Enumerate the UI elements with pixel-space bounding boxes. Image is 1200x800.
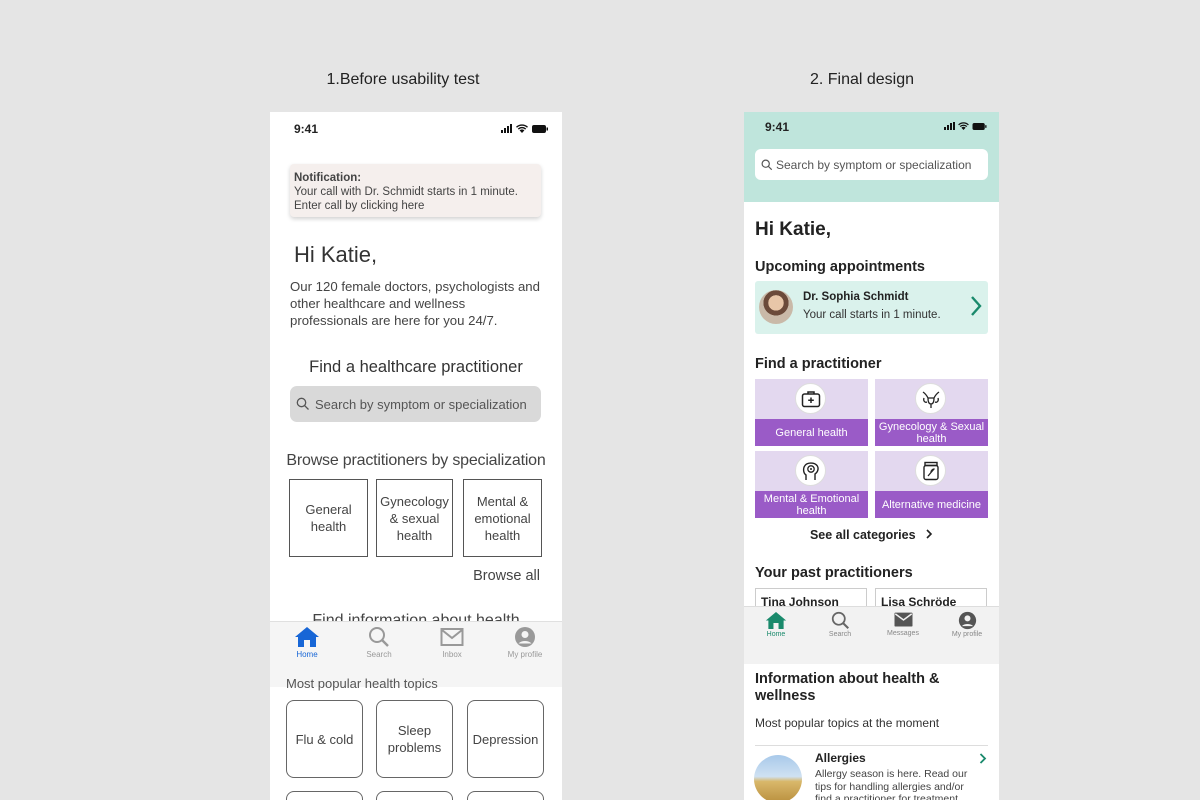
article-text: Allergy season is here. Read our tips fo… — [815, 768, 968, 800]
tab-search[interactable]: Search — [349, 626, 409, 659]
appointment-detail: Your call starts in 1 minute. — [803, 309, 941, 321]
home-icon — [295, 627, 319, 647]
tab-search[interactable]: Search — [815, 611, 865, 638]
search-placeholder: Search by symptom or specialization — [315, 396, 527, 412]
browse-title: Browse practitioners by specialization — [286, 452, 546, 469]
search-icon — [831, 611, 849, 630]
divider — [755, 745, 988, 746]
uterus-icon — [915, 383, 946, 414]
topic-flu-cold[interactable]: Flu & cold — [286, 700, 363, 778]
caption-before: 1.Before usability test — [326, 71, 480, 88]
topic-card[interactable] — [286, 791, 363, 800]
category-general-health[interactable]: General health — [755, 379, 868, 446]
notification-line2: Enter call by clicking here — [294, 200, 425, 212]
herbal-jar-icon — [915, 455, 946, 486]
tab-home-label: Home — [296, 650, 318, 659]
specialization-gynecology[interactable]: Gynecology & sexual health — [376, 479, 453, 557]
category-alternative-medicine[interactable]: Alternative medicine — [875, 451, 988, 518]
category-label: Gynecology & Sexual health — [875, 419, 988, 446]
find-practitioner-title: Find a practitioner — [755, 356, 882, 372]
category-label: Alternative medicine — [875, 491, 988, 518]
chevron-right-icon — [926, 529, 933, 539]
caption-final: 2. Final design — [809, 71, 915, 88]
see-all-label: See all categories — [809, 528, 916, 542]
topic-depression[interactable]: Depression — [467, 700, 544, 778]
status-icons — [944, 122, 987, 130]
past-practitioners-title: Your past practitioners — [755, 565, 913, 581]
status-time: 9:41 — [294, 122, 319, 136]
search-icon — [296, 397, 309, 410]
battery-icon — [532, 124, 548, 133]
topic-card[interactable] — [467, 791, 544, 800]
category-gynecology[interactable]: Gynecology & Sexual health — [875, 379, 988, 446]
article-title: Allergies — [815, 751, 866, 765]
profile-icon — [515, 627, 535, 647]
appointment-doctor-name: Dr. Sophia Schmidt — [803, 291, 909, 303]
signal-icon — [944, 122, 955, 130]
specialization-mental-health[interactable]: Mental & emotional health — [463, 479, 542, 557]
specialization-general-health[interactable]: General health — [289, 479, 368, 557]
wifi-icon — [516, 124, 528, 133]
tab-my-profile-label: My profile — [507, 650, 543, 659]
notification-label: Notification: — [294, 172, 362, 184]
tab-home[interactable]: Home — [751, 611, 801, 638]
status-icons — [501, 124, 548, 133]
search-icon — [369, 627, 389, 647]
notification-line1: Your call with Dr. Schmidt starts in 1 m… — [294, 186, 518, 198]
intro-text: Our 120 female doctors, psychologists an… — [290, 279, 540, 328]
tab-messages[interactable]: Messages — [878, 611, 928, 637]
tab-inbox[interactable]: Inbox — [422, 626, 482, 659]
category-label: General health — [755, 419, 868, 446]
tab-search-label: Search — [366, 650, 392, 659]
tab-my-profile[interactable]: My profile — [495, 626, 555, 659]
brain-head-icon — [795, 455, 826, 486]
browse-all-link[interactable]: Browse all — [473, 568, 540, 584]
call-notification[interactable]: Notification: Your call with Dr. Schmidt… — [290, 164, 541, 217]
wifi-icon — [958, 122, 969, 130]
signal-icon — [501, 124, 512, 133]
tab-bar: Home Search Messages My profile — [744, 606, 999, 664]
header: 9:41 Search by symptom or specialization — [744, 112, 999, 202]
see-all-categories-link[interactable]: See all categories — [744, 528, 999, 542]
tab-home-label: Home — [766, 631, 786, 638]
profile-icon — [958, 611, 976, 630]
topic-card[interactable] — [376, 791, 453, 800]
home-icon — [765, 612, 787, 629]
greeting: Hi Katie, — [294, 242, 378, 267]
tab-messages-label: Messages — [887, 630, 919, 637]
tab-search-label: Search — [828, 631, 852, 638]
phone-final-design: 9:41 Search by symptom or specialization… — [744, 112, 999, 800]
first-aid-kit-icon — [795, 383, 826, 414]
article-image — [754, 755, 802, 800]
category-label: Mental & Emotional health — [755, 491, 868, 518]
tab-my-profile[interactable]: My profile — [942, 611, 992, 638]
info-title: Information about health & wellness — [755, 671, 940, 704]
popular-topics-title: Most popular health topics — [286, 676, 438, 691]
upcoming-appointments-title: Upcoming appointments — [755, 259, 925, 275]
find-practitioner-title: Find a healthcare practitioner — [309, 358, 523, 376]
appointment-card[interactable]: Dr. Sophia Schmidt Your call starts in 1… — [755, 281, 988, 334]
search-input[interactable]: Search by symptom or specialization — [290, 386, 541, 422]
search-input[interactable]: Search by symptom or specialization — [755, 149, 988, 180]
tab-my-profile-label: My profile — [951, 631, 983, 638]
battery-icon — [972, 122, 987, 130]
tab-home[interactable]: Home — [277, 626, 337, 659]
greeting: Hi Katie, — [755, 219, 832, 240]
mail-icon — [894, 612, 912, 627]
chevron-right-icon — [979, 753, 987, 764]
chevron-right-icon — [971, 296, 982, 316]
search-icon — [761, 159, 773, 170]
status-time: 9:41 — [765, 120, 790, 134]
info-subtitle: Most popular topics at the moment — [755, 716, 940, 730]
topic-sleep-problems[interactable]: Sleep problems — [376, 700, 453, 778]
tab-inbox-label: Inbox — [442, 650, 462, 659]
phone-before-usability-test: 9:41 Notification: Your call with Dr. Sc… — [270, 112, 562, 800]
mail-icon — [440, 628, 464, 646]
avatar — [759, 290, 793, 324]
category-mental-health[interactable]: Mental & Emotional health — [755, 451, 868, 518]
search-placeholder: Search by symptom or specialization — [776, 157, 972, 172]
